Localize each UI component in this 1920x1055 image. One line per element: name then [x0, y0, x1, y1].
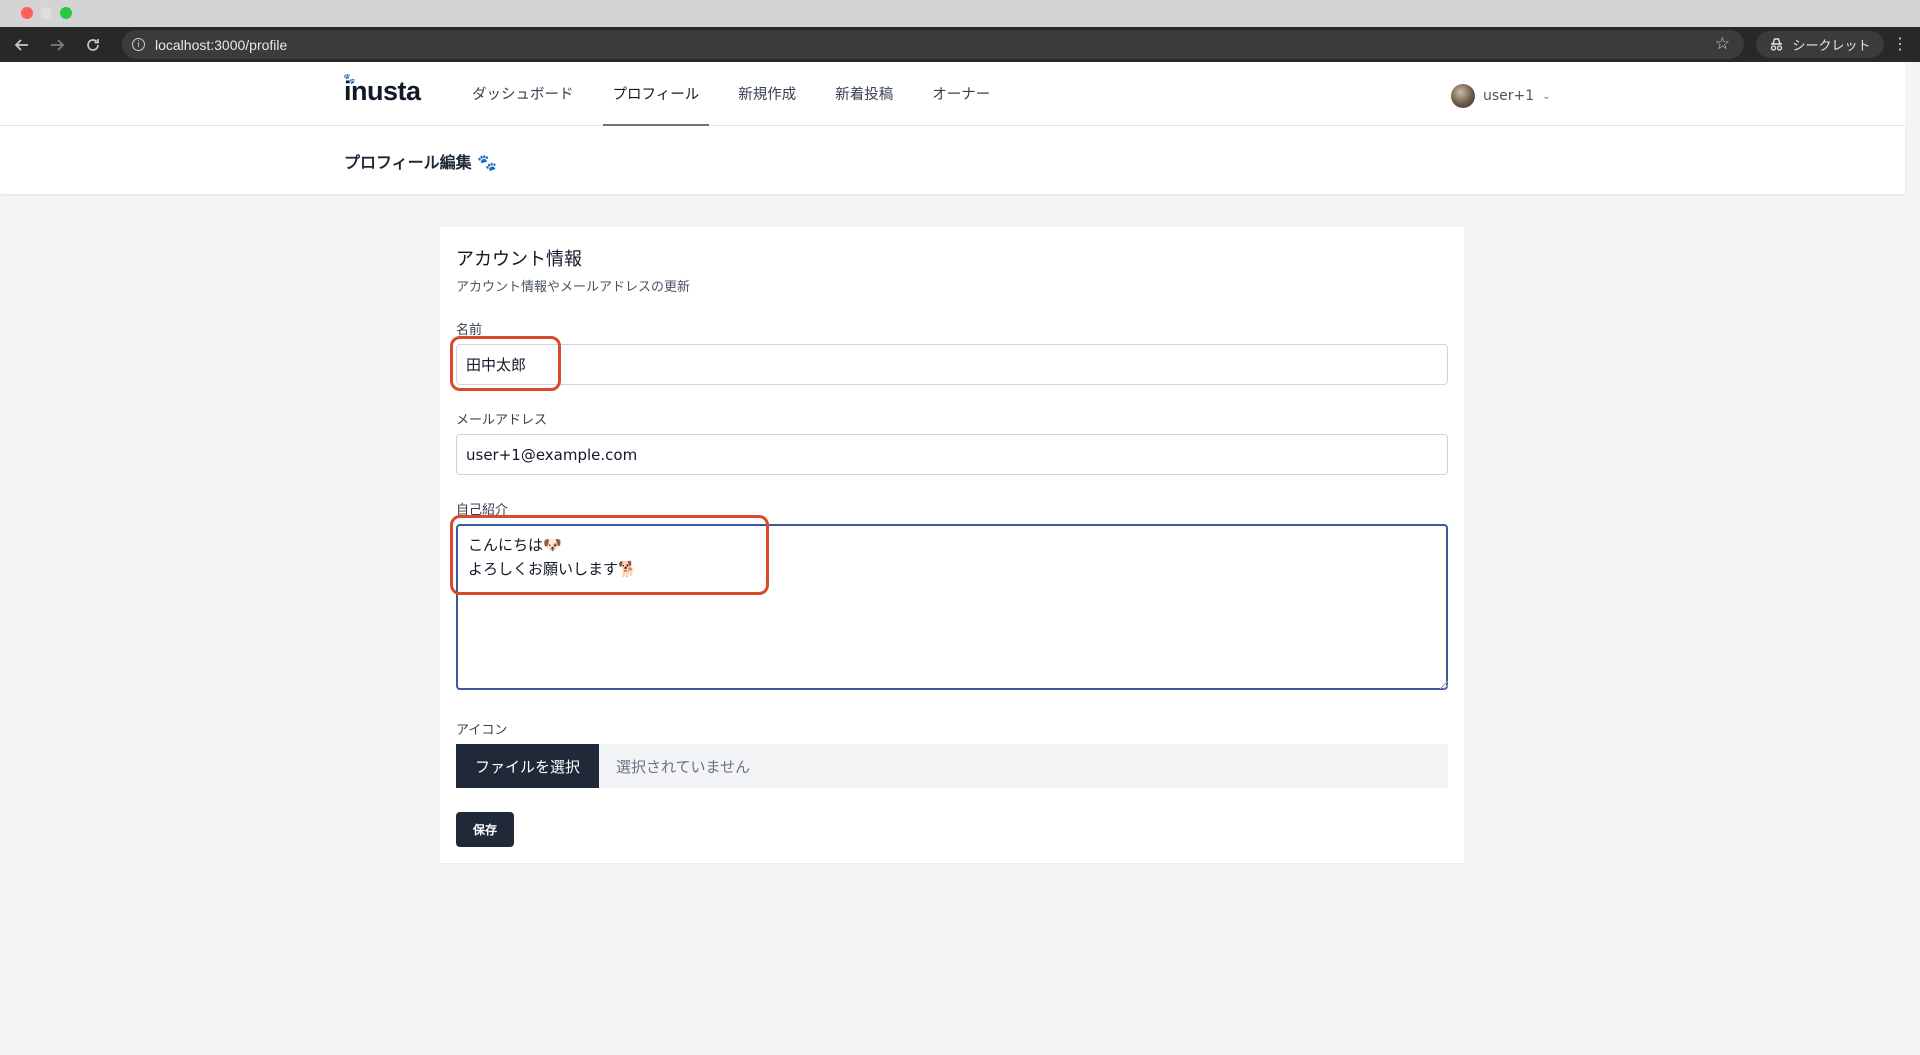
maximize-window-button[interactable] — [60, 7, 72, 19]
paw-icon: 🐾 — [343, 74, 355, 85]
page-title: プロフィール編集 🐾 — [344, 153, 498, 172]
save-button[interactable]: 保存 — [456, 812, 514, 847]
nav-new-post[interactable]: 新規作成 — [728, 62, 806, 126]
section-title: アカウント情報 — [456, 249, 582, 270]
bio-textarea[interactable]: こんにちは🐶 よろしくお願いします🐕 — [456, 524, 1448, 690]
nav-dashboard[interactable]: ダッシュボード — [462, 62, 584, 126]
reload-button[interactable] — [81, 33, 105, 57]
avatar — [1451, 84, 1475, 108]
logo[interactable]: 🐾 inusta — [343, 74, 421, 107]
email-field[interactable] — [456, 434, 1448, 475]
window-titlebar — [0, 0, 1920, 27]
chevron-down-icon: ⌄ — [1542, 90, 1551, 102]
incognito-indicator[interactable]: シークレット — [1756, 31, 1884, 58]
choose-file-button[interactable]: ファイルを選択 — [456, 744, 599, 788]
file-input[interactable]: ファイルを選択 選択されていません — [456, 744, 1448, 788]
user-name: user+1 — [1483, 88, 1535, 104]
info-icon[interactable]: i — [132, 38, 145, 51]
bio-label: 自己紹介 — [456, 503, 509, 518]
close-window-button[interactable] — [21, 7, 33, 19]
file-status-text: 選択されていません — [616, 757, 751, 776]
kebab-menu-icon[interactable]: ⋮ — [1890, 34, 1910, 53]
logo-text: inusta — [344, 76, 421, 106]
arrow-right-icon — [51, 39, 65, 51]
browser-toolbar: i localhost:3000/profile ☆ シークレット ⋮ — [0, 27, 1920, 62]
page-header: プロフィール編集 🐾 — [0, 126, 1905, 194]
incognito-label: シークレット — [1792, 39, 1871, 54]
address-bar[interactable]: i localhost:3000/profile ☆ — [122, 30, 1744, 59]
account-info-card: アカウント情報 アカウント情報やメールアドレスの更新 名前 メールアドレス 自己… — [440, 227, 1464, 863]
back-button[interactable] — [10, 33, 34, 57]
section-description: アカウント情報やメールアドレスの更新 — [456, 280, 691, 295]
arrow-left-icon — [14, 39, 28, 51]
icon-label: アイコン — [456, 723, 508, 738]
user-menu[interactable]: user+1 ⌄ — [1451, 84, 1551, 108]
name-label: 名前 — [456, 323, 483, 338]
incognito-icon — [1771, 38, 1783, 51]
name-field[interactable] — [456, 344, 1448, 385]
app-header: 🐾 inusta ダッシュボード プロフィール 新規作成 新着投稿 オーナー u… — [0, 62, 1905, 126]
reload-icon — [87, 39, 99, 51]
minimize-window-button[interactable] — [40, 7, 52, 19]
email-label: メールアドレス — [456, 413, 548, 428]
star-icon[interactable]: ☆ — [1715, 34, 1730, 54]
main-nav: ダッシュボード プロフィール 新規作成 新着投稿 オーナー — [462, 62, 1019, 126]
nav-recent-posts[interactable]: 新着投稿 — [825, 62, 903, 126]
forward-button[interactable] — [45, 33, 69, 57]
nav-profile[interactable]: プロフィール — [602, 62, 710, 126]
nav-owner[interactable]: オーナー — [922, 62, 1000, 126]
resize-handle[interactable] — [1440, 681, 1448, 689]
url-text: localhost:3000/profile — [155, 36, 288, 53]
